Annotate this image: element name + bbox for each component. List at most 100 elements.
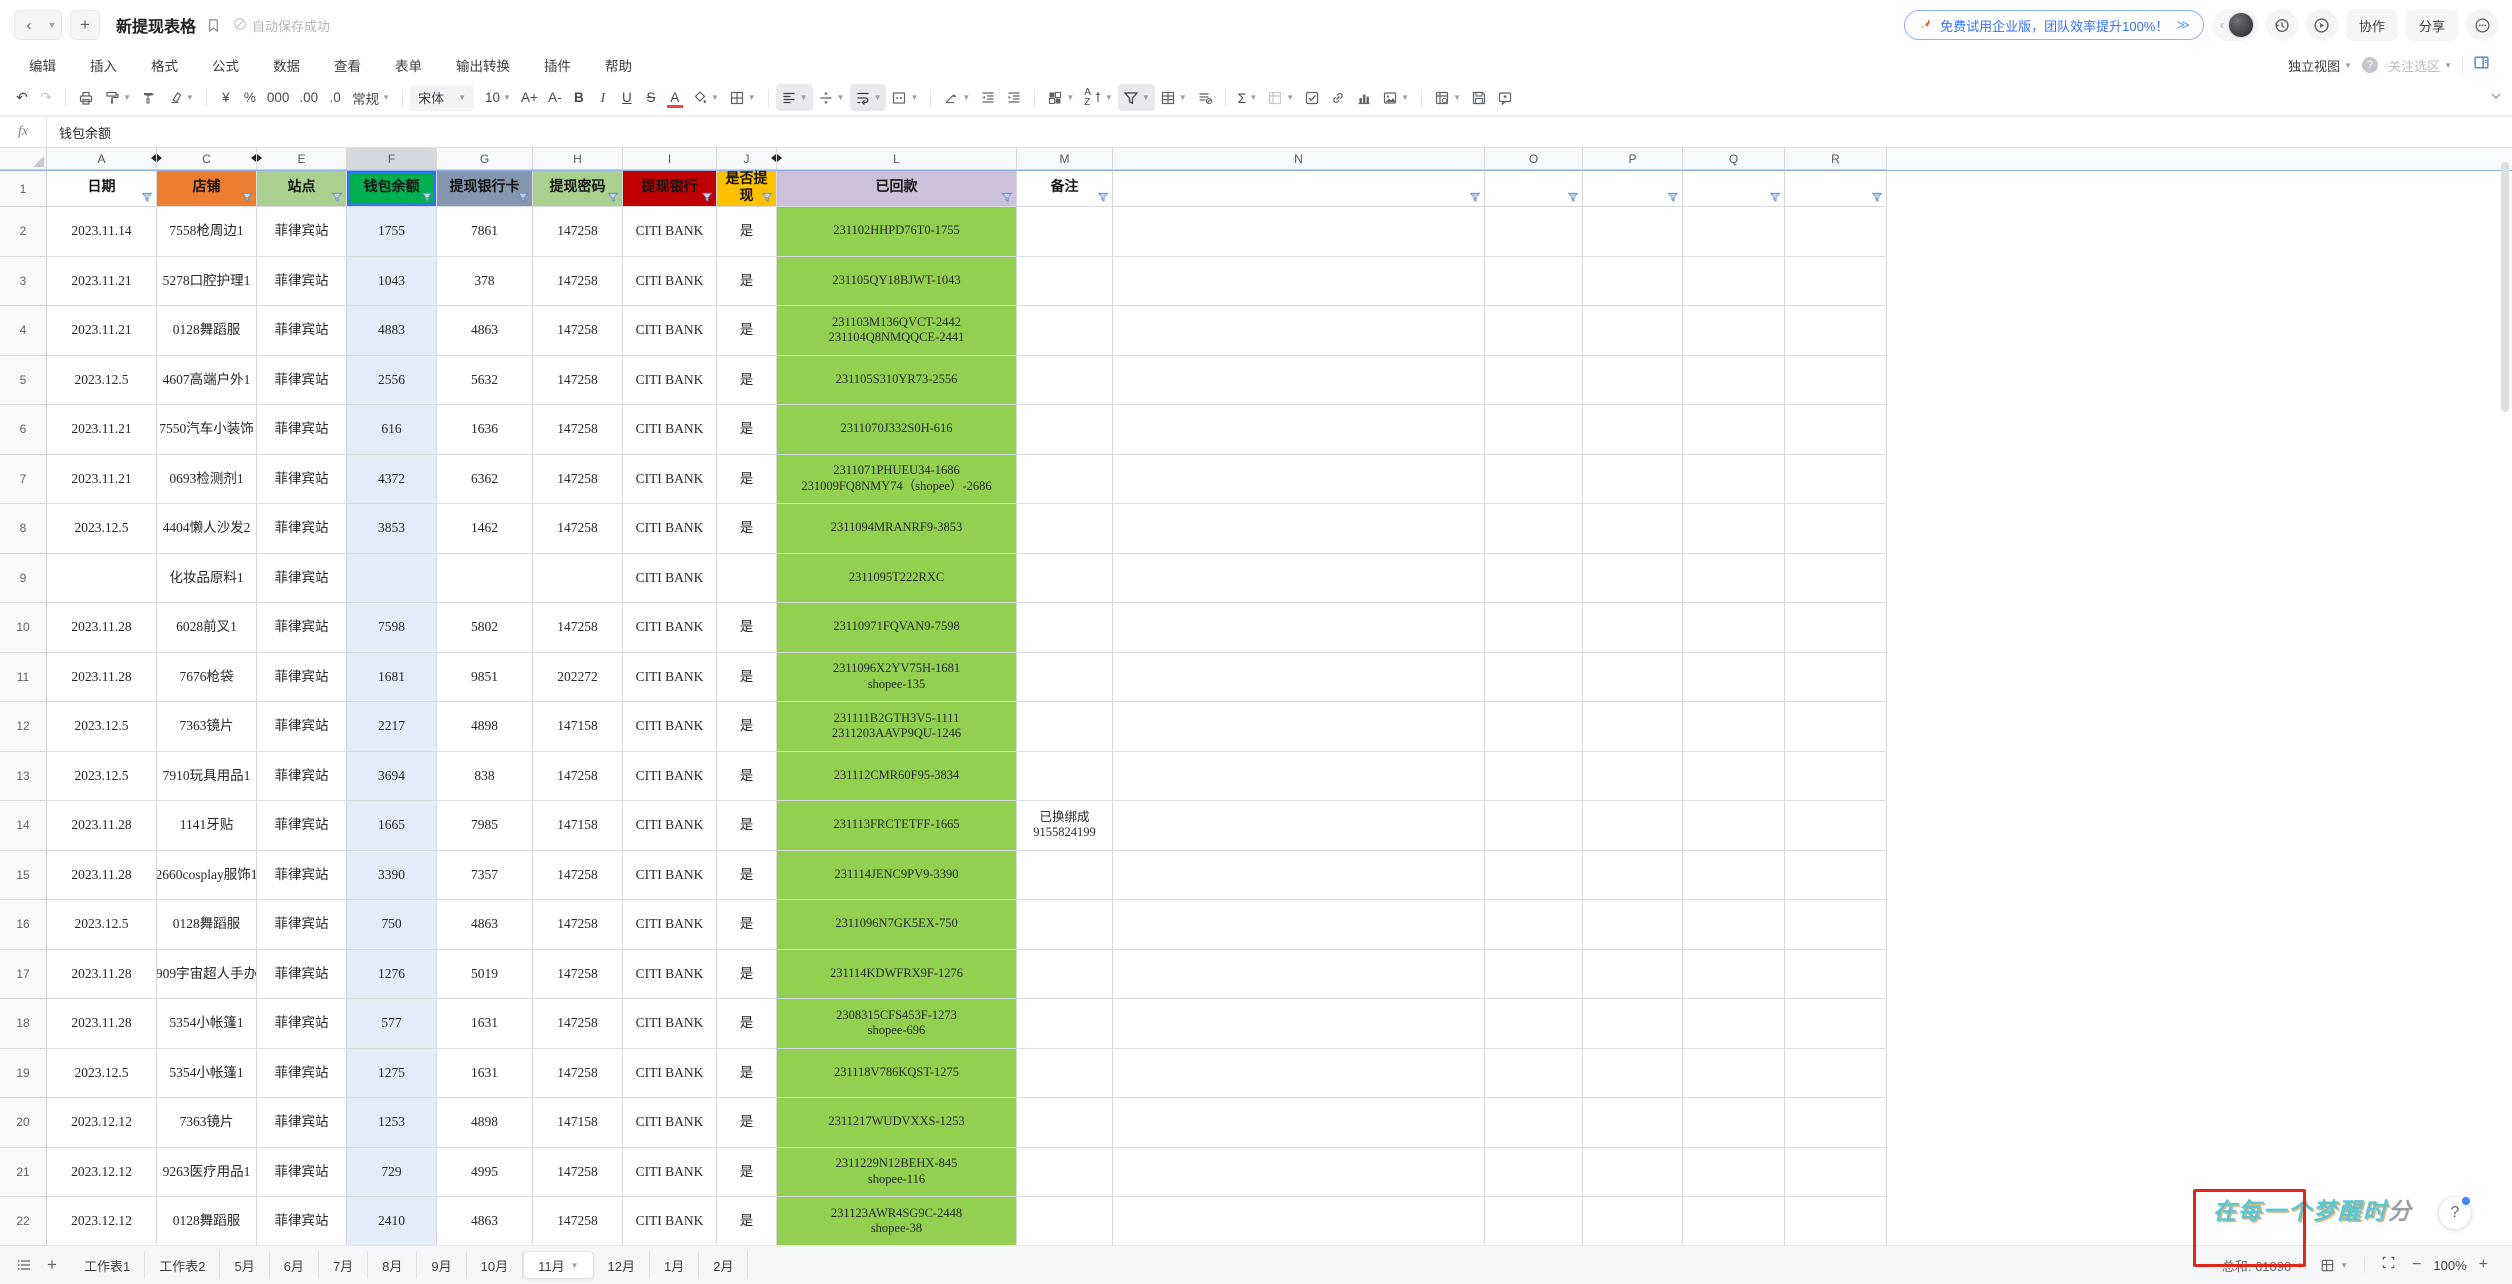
header-cell-M[interactable]: 备注 — [1017, 171, 1113, 207]
cell-H21[interactable]: 147258 — [533, 1147, 623, 1197]
cell-G9[interactable] — [437, 553, 533, 603]
cell-E7[interactable]: 菲律宾站 — [257, 454, 347, 504]
row-number-2[interactable]: 2 — [0, 207, 47, 257]
filter-button[interactable]: ▼ — [1117, 84, 1155, 111]
cell-E21[interactable]: 菲律宾站 — [257, 1147, 347, 1197]
cell-G6[interactable]: 1636 — [437, 405, 533, 455]
font-family-select[interactable]: 宋体 ▼ — [410, 84, 475, 111]
cell-O22[interactable] — [1485, 1197, 1583, 1245]
cell-N22[interactable] — [1113, 1197, 1485, 1245]
cell-H13[interactable]: 147258 — [533, 751, 623, 801]
help-tip-icon[interactable]: ? — [2362, 57, 2379, 73]
column-letter-R[interactable]: R — [1785, 148, 1887, 170]
cell-P22[interactable] — [1583, 1197, 1683, 1245]
cell-O9[interactable] — [1485, 553, 1583, 603]
column-letter-G[interactable]: G — [437, 148, 533, 170]
cell-J22[interactable]: 是 — [717, 1197, 777, 1245]
cell-P3[interactable] — [1583, 256, 1683, 306]
cell-I21[interactable]: CITI BANK — [623, 1147, 717, 1197]
cell-L21[interactable]: 2311229N12BEHX-845 shopee-116 — [777, 1147, 1017, 1197]
cell-A17[interactable]: 2023.11.28 — [47, 949, 157, 999]
cell-F21[interactable]: 729 — [347, 1147, 437, 1197]
row-number-10[interactable]: 10 — [0, 603, 47, 653]
cell-O16[interactable] — [1485, 900, 1583, 950]
cell-L2[interactable]: 231102HHPD76T0-1755 — [777, 207, 1017, 257]
cell-E15[interactable]: 菲律宾站 — [257, 850, 347, 900]
cell-O19[interactable] — [1485, 1048, 1583, 1098]
add-sheet-button[interactable]: + — [38, 1251, 66, 1279]
decrease-indent-button[interactable] — [975, 84, 1001, 111]
cell-R21[interactable] — [1785, 1147, 1887, 1197]
cell-L7[interactable]: 2311071PHUEU34-1686 231009FQ8NMY74（shope… — [777, 454, 1017, 504]
cell-O12[interactable] — [1485, 702, 1583, 752]
cell-G17[interactable]: 5019 — [437, 949, 533, 999]
cell-M5[interactable] — [1017, 355, 1113, 405]
cell-Q6[interactable] — [1683, 405, 1785, 455]
cell-G12[interactable]: 4898 — [437, 702, 533, 752]
cell-H8[interactable]: 147258 — [533, 504, 623, 554]
cell-H19[interactable]: 147258 — [533, 1048, 623, 1098]
column-letter-C[interactable]: C — [157, 148, 262, 170]
sheet-tab-10月[interactable]: 10月 — [467, 1251, 524, 1279]
cell-Q19[interactable] — [1683, 1048, 1785, 1098]
header-cell-N[interactable] — [1113, 171, 1485, 207]
header-cell-I[interactable]: 提现银行 — [623, 171, 717, 207]
cell-I4[interactable]: CITI BANK — [623, 306, 717, 356]
cell-F20[interactable]: 1253 — [347, 1098, 437, 1148]
cell-F3[interactable]: 1043 — [347, 256, 437, 306]
cell-C4[interactable]: 0128舞蹈服 — [157, 306, 257, 356]
cell-A11[interactable]: 2023.11.28 — [47, 652, 157, 702]
cell-M21[interactable] — [1017, 1147, 1113, 1197]
cell-A20[interactable]: 2023.12.12 — [47, 1098, 157, 1148]
header-cell-C[interactable]: 店铺 — [157, 171, 257, 207]
menu-export-convert[interactable]: 输出转换 — [439, 55, 527, 75]
cell-P19[interactable] — [1583, 1048, 1683, 1098]
cell-J20[interactable]: 是 — [717, 1098, 777, 1148]
cell-I15[interactable]: CITI BANK — [623, 850, 717, 900]
header-cell-Q[interactable] — [1683, 171, 1785, 207]
row-number-3[interactable]: 3 — [0, 256, 47, 306]
collaborate-button[interactable]: 协作 — [2345, 9, 2398, 41]
freeze-panes-button[interactable]: ▼ — [1429, 84, 1466, 111]
cell-I8[interactable]: CITI BANK — [623, 504, 717, 554]
cell-M20[interactable] — [1017, 1098, 1113, 1148]
filter-icon[interactable] — [1667, 191, 1679, 203]
cell-C13[interactable]: 7910玩具用品1 — [157, 751, 257, 801]
column-letter-N[interactable]: N — [1113, 148, 1485, 170]
cell-J19[interactable]: 是 — [717, 1048, 777, 1098]
cell-F7[interactable]: 4372 — [347, 454, 437, 504]
filter-icon[interactable] — [701, 191, 713, 203]
cell-J12[interactable]: 是 — [717, 702, 777, 752]
increase-decimal-button[interactable]: .00 — [294, 84, 323, 111]
cell-L6[interactable]: 2311070J332S0H-616 — [777, 405, 1017, 455]
filter-icon[interactable] — [1567, 191, 1579, 203]
data-validation-button[interactable] — [1192, 84, 1218, 111]
cell-R3[interactable] — [1785, 256, 1887, 306]
cell-C18[interactable]: 5354小帐篷1 — [157, 999, 257, 1049]
row-number-4[interactable]: 4 — [0, 306, 47, 356]
cell-L12[interactable]: 231111B2GTH3V5-1111 2311203AAVP9QU-1246 — [777, 702, 1017, 752]
cell-Q14[interactable] — [1683, 801, 1785, 851]
header-cell-H[interactable]: 提现密码 — [533, 171, 623, 207]
cell-A2[interactable]: 2023.11.14 — [47, 207, 157, 257]
cell-Q18[interactable] — [1683, 999, 1785, 1049]
cell-C11[interactable]: 7676枪袋 — [157, 652, 257, 702]
sheet-tab-工作表2[interactable]: 工作表2 — [145, 1251, 221, 1279]
row-number-11[interactable]: 11 — [0, 652, 47, 702]
menu-edit[interactable]: 编辑 — [12, 55, 73, 75]
cell-C14[interactable]: 1141牙贴 — [157, 801, 257, 851]
cell-A18[interactable]: 2023.11.28 — [47, 999, 157, 1049]
cell-R2[interactable] — [1785, 207, 1887, 257]
sheet-tab-1月[interactable]: 1月 — [650, 1251, 700, 1279]
cell-I19[interactable]: CITI BANK — [623, 1048, 717, 1098]
cell-I17[interactable]: CITI BANK — [623, 949, 717, 999]
cell-O17[interactable] — [1485, 949, 1583, 999]
cell-R10[interactable] — [1785, 603, 1887, 653]
row-number-17[interactable]: 17 — [0, 949, 47, 999]
zoom-in-button[interactable]: + — [2479, 1256, 2488, 1274]
cell-J17[interactable]: 是 — [717, 949, 777, 999]
cell-N20[interactable] — [1113, 1098, 1485, 1148]
cell-G11[interactable]: 9851 — [437, 652, 533, 702]
collapse-avatars-icon[interactable]: ‹ — [2216, 18, 2228, 32]
filter-icon[interactable] — [1097, 191, 1109, 203]
